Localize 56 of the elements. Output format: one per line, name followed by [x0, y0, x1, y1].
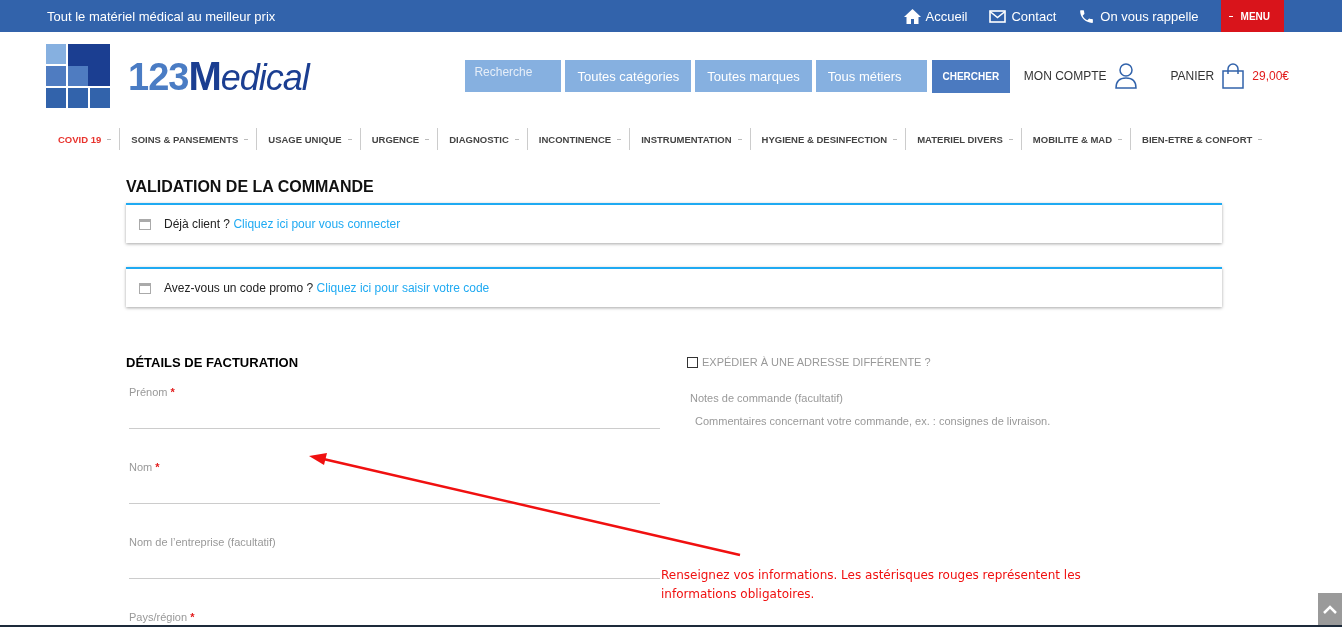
category-menu-item[interactable]: INSTRUMENTATION	[630, 128, 751, 150]
menu-button[interactable]: MENU	[1220, 0, 1284, 32]
caret-icon	[244, 138, 249, 140]
field-label: Pays/région *	[129, 611, 196, 623]
category-menu-item[interactable]: DIAGNOSTIC	[438, 128, 528, 150]
caret-icon	[893, 138, 898, 140]
section-title: DÉTAILS DE FACTURATION	[126, 355, 300, 370]
window-icon	[139, 282, 151, 294]
field-label: Nom *	[129, 461, 161, 473]
top-link[interactable]: Accueil	[903, 8, 968, 24]
category-menu-item[interactable]: SOINS & PANSEMENTS	[120, 128, 258, 150]
caret-icon	[737, 138, 742, 140]
notes-field[interactable]: Commentaires concernant votre commande, ex. : consignes de livraison.	[690, 413, 1117, 477]
caret-icon	[425, 138, 430, 140]
top-link[interactable]: Contact	[989, 8, 1057, 24]
checkbox-label: EXPÉDIER À UNE ADRESSE DIFFÉRENTE ?	[702, 356, 931, 368]
search-field[interactable]: Recherche	[465, 60, 562, 92]
annotation-text: Renseignez vos informations. Les astérisques rouges représentent les informations obligatoires.	[661, 567, 1082, 603]
phone-icon	[1078, 7, 1096, 25]
page-title: VALIDATION DE LA COMMANDE	[126, 178, 375, 196]
category-menu-item[interactable]: INCONTINENCE	[527, 128, 631, 150]
caret-icon	[617, 138, 622, 140]
caret-icon	[107, 138, 112, 140]
account-link[interactable]: MON COMPTE	[1017, 62, 1143, 90]
category-menu-item[interactable]: HYGIENE & DESINFECTION	[750, 128, 907, 150]
mail-icon	[989, 9, 1007, 23]
search-button[interactable]: CHERCHER	[931, 59, 1010, 93]
logo-icon	[46, 44, 110, 108]
tagline: Tout le matériel médical au meilleur prix	[47, 8, 277, 24]
window-icon	[139, 218, 151, 230]
caret-icon	[514, 138, 519, 140]
checkbox[interactable]	[687, 356, 698, 368]
caret-icon	[1258, 138, 1263, 140]
caret-icon	[1008, 138, 1013, 140]
cart-link[interactable]: PANIER 29,00€	[1164, 62, 1295, 90]
shopping-bag-icon	[1222, 63, 1245, 89]
category-menu-item[interactable]: USAGE UNIQUE	[257, 128, 361, 150]
category-menu-item[interactable]: BIEN-ETRE & CONFORT	[1131, 128, 1271, 150]
user-icon	[1114, 63, 1137, 89]
field-label: Notes de commande (facultatif)	[690, 392, 843, 404]
field-label: Prénom *	[129, 386, 176, 398]
caret-icon	[347, 138, 352, 140]
category-menu-item[interactable]: COVID 19	[47, 128, 121, 150]
field-label: Nom de l’entreprise (facultatif)	[129, 536, 277, 548]
chevron-up-icon	[1323, 604, 1337, 614]
notice-text: Avez-vous un code promo ? Cliquez ici pour saisir votre code	[164, 281, 490, 295]
category-menu-item[interactable]: MOBILITE & MAD	[1021, 128, 1132, 150]
category-menu-item[interactable]: URGENCE	[360, 128, 439, 150]
top-link[interactable]: On vous rappelle	[1078, 7, 1199, 25]
category-menu-item[interactable]: MATERIEL DIVERS	[906, 128, 1022, 150]
home-icon	[903, 8, 921, 24]
caret-icon	[1118, 138, 1123, 140]
logo-text: 123Medical	[128, 53, 309, 99]
notice-text: Déjà client ? Cliquez ici pour vous connecter	[164, 217, 401, 231]
scroll-top-button[interactable]	[1318, 593, 1342, 625]
cart-total: 29,00€	[1252, 69, 1289, 83]
